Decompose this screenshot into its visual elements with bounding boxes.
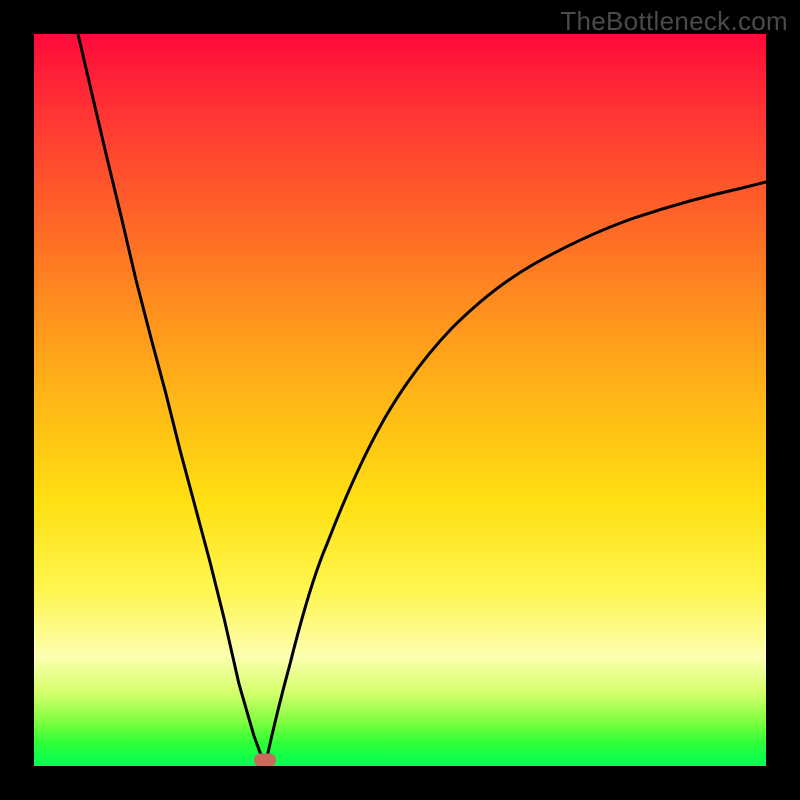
curve-layer	[34, 34, 766, 766]
curve-left-branch	[78, 34, 265, 766]
watermark-text: TheBottleneck.com	[560, 6, 788, 37]
plot-area	[34, 34, 766, 766]
chart-frame: TheBottleneck.com	[0, 0, 800, 800]
min-marker	[254, 754, 276, 767]
curve-right-branch	[265, 182, 766, 766]
